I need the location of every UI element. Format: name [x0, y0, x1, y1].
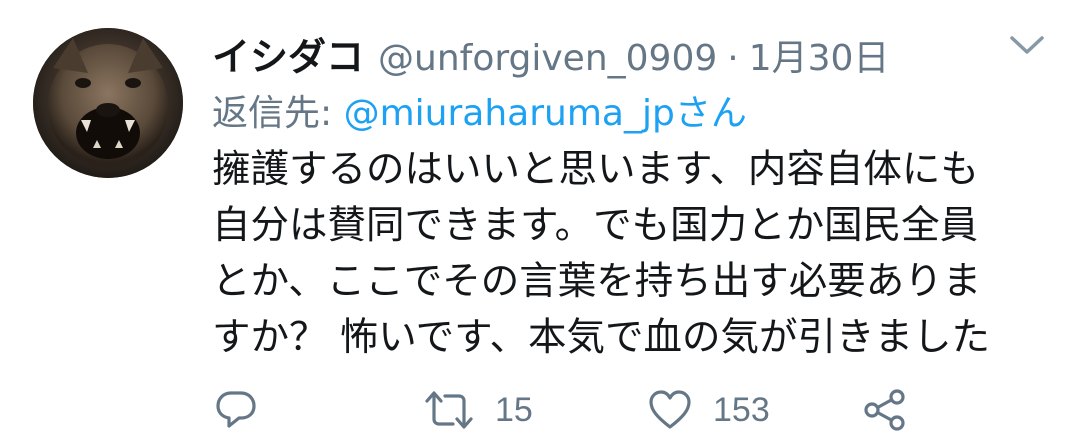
tweet-body: 擁護するのはいいと思います、内容自体にも 自分は賛同できます。でも国力とか国民全… — [212, 142, 1042, 366]
tweet-actions: 15 153 — [0, 380, 1080, 440]
user-handle[interactable]: @unforgiven_0909 — [378, 38, 717, 79]
avatar[interactable] — [33, 28, 183, 178]
tweet-body-line: 擁護するのはいいと思います、内容自体にも — [212, 147, 979, 192]
like-button[interactable]: 153 — [647, 380, 770, 440]
retweet-button[interactable]: 15 — [423, 380, 533, 440]
reply-to-handle-link[interactable]: @miuraharuma_jp — [344, 93, 675, 134]
reply-icon — [216, 391, 256, 428]
tweet[interactable]: イシダコ @unforgiven_0909 · 1月30日 返信先: @miur… — [0, 0, 1080, 445]
tweet-body-line: すか？ 怖いです、本気で血の気が引きました — [212, 315, 991, 360]
tweet-body-line: 自分は賛同できます。でも国力とか国民全員 — [212, 203, 979, 248]
separator-dot: · — [727, 38, 739, 79]
heart-icon — [649, 390, 691, 429]
like-count: 153 — [713, 390, 770, 429]
reply-button[interactable] — [213, 380, 259, 440]
share-icon — [864, 389, 905, 431]
tweet-date[interactable]: 1月30日 — [749, 29, 890, 81]
tweet-header: イシダコ @unforgiven_0909 · 1月30日 — [212, 26, 890, 81]
chevron-down-icon[interactable] — [1004, 30, 1050, 60]
reply-to-line: 返信先: @miuraharuma_jpさん — [212, 84, 747, 136]
display-name[interactable]: イシダコ — [212, 26, 364, 81]
retweet-count: 15 — [495, 390, 533, 429]
wolf-avatar-image — [33, 28, 183, 178]
reply-to-label: 返信先: — [212, 93, 344, 134]
reply-to-suffix[interactable]: さん — [675, 93, 747, 134]
share-button[interactable] — [862, 380, 908, 440]
retweet-icon — [425, 391, 473, 429]
tweet-body-line: とか、ここでその言葉を持ち出す必要ありま — [212, 259, 982, 304]
